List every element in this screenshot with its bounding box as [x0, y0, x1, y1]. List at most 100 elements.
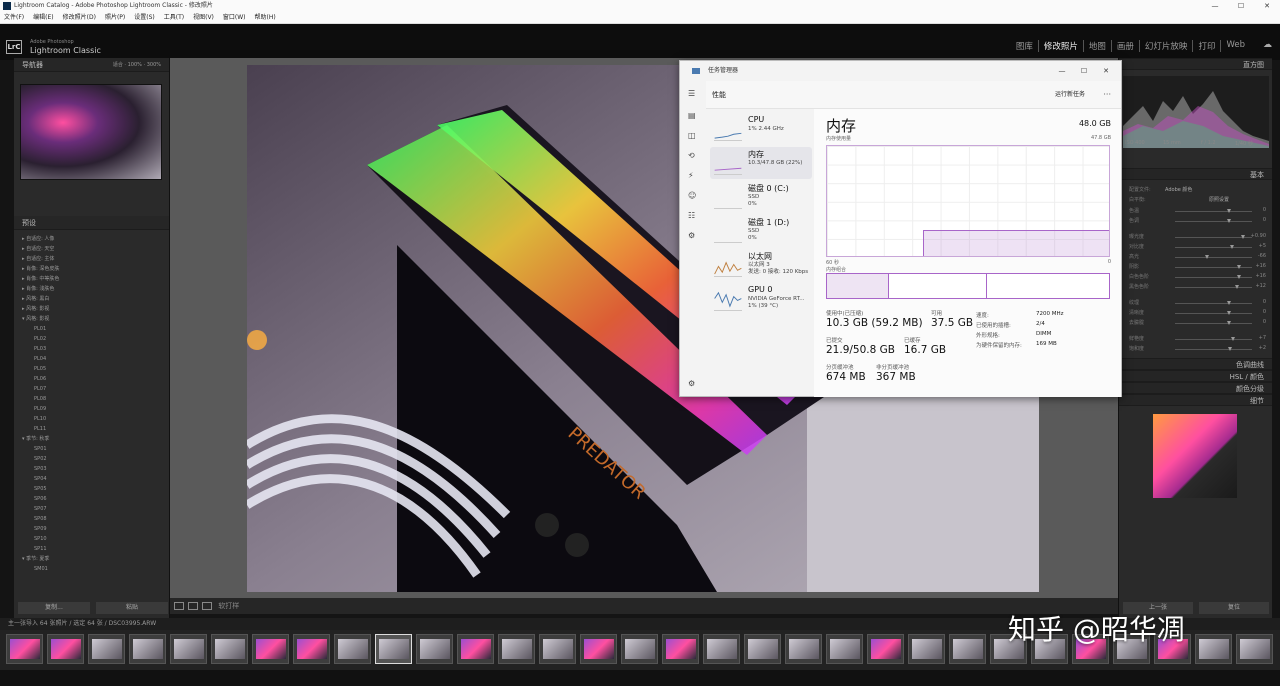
filmstrip-thumb[interactable] — [47, 634, 84, 664]
filmstrip-thumb[interactable] — [785, 634, 822, 664]
filmstrip-thumb[interactable] — [170, 634, 207, 664]
histogram-header[interactable]: 直方图 — [1119, 58, 1272, 70]
filmstrip-thumb[interactable] — [621, 634, 658, 664]
slider-track[interactable] — [1175, 221, 1252, 222]
basic-header[interactable]: 基本 — [1119, 168, 1272, 180]
slider-row[interactable]: 色温 0 — [1125, 206, 1266, 216]
slider-knob[interactable] — [1230, 245, 1234, 249]
preset-item[interactable]: PL02 — [22, 334, 161, 344]
slider-row[interactable]: 纹理 0 — [1125, 298, 1266, 308]
processes-icon[interactable]: ▤ — [688, 111, 696, 120]
loupe-view-icon[interactable] — [174, 602, 184, 610]
copy-button[interactable]: 复制... — [18, 602, 90, 614]
slider-row[interactable]: 鲜艳度 +7 — [1125, 334, 1266, 344]
preset-item[interactable]: SP11 — [22, 544, 161, 554]
slider-knob[interactable] — [1237, 275, 1241, 279]
module-map[interactable]: 地图 — [1084, 40, 1112, 52]
filmstrip-thumb[interactable] — [375, 634, 412, 664]
cloud-icon[interactable]: ☁ — [1263, 40, 1272, 50]
zoom-fit[interactable]: 适合 — [113, 62, 123, 68]
detail-preview[interactable] — [1153, 414, 1237, 498]
menu-help[interactable]: 帮助(H) — [255, 12, 276, 23]
slider-value[interactable]: 0 — [1263, 207, 1266, 213]
compare-view-icon[interactable] — [188, 602, 198, 610]
slider-knob[interactable] — [1235, 285, 1239, 289]
slider-track[interactable] — [1175, 247, 1252, 248]
performance-icon[interactable]: ◫ — [688, 131, 696, 140]
slider-value[interactable]: 0 — [1263, 309, 1266, 315]
menu-photo[interactable]: 照片(P) — [105, 12, 125, 23]
services-icon[interactable]: ⚙ — [688, 231, 695, 240]
resource-disk-0[interactable]: 磁盘 0 (C:) SSD 0% — [710, 181, 812, 213]
slider-value[interactable]: +0.90 — [1251, 233, 1266, 239]
slider-track[interactable] — [1175, 303, 1252, 304]
resource-disk-1[interactable]: 磁盘 1 (D:) SSD 0% — [710, 215, 812, 247]
preset-item[interactable]: SP07 — [22, 504, 161, 514]
filmstrip-info[interactable]: 主一张导入 64 张照片 / 选定 64 张 / DSC03995.ARW — [8, 620, 156, 627]
filmstrip-thumb[interactable] — [662, 634, 699, 664]
menu-view[interactable]: 视图(V) — [193, 12, 214, 23]
preset-item[interactable]: SP04 — [22, 474, 161, 484]
preset-item[interactable]: PL09 — [22, 404, 161, 414]
slider-value[interactable]: 0 — [1263, 319, 1266, 325]
slider-value[interactable]: +16 — [1255, 263, 1266, 269]
module-library[interactable]: 图库 — [1011, 40, 1039, 52]
filmstrip-thumb[interactable] — [6, 634, 43, 664]
preset-item[interactable]: ▸ 自适应: 天空 — [22, 244, 161, 254]
zoom-300[interactable]: 300% — [147, 62, 161, 68]
filmstrip-thumb[interactable] — [293, 634, 330, 664]
settings-icon[interactable]: ⚙ — [688, 379, 695, 388]
zoom-100[interactable]: 100% — [128, 62, 142, 68]
slider-knob[interactable] — [1228, 347, 1232, 351]
slider-value[interactable]: +16 — [1255, 273, 1266, 279]
slider-track[interactable] — [1175, 339, 1252, 340]
preset-item[interactable]: ▾ 季节: 秋季 — [22, 434, 161, 444]
slider-knob[interactable] — [1237, 265, 1241, 269]
resource-gpu-0[interactable]: GPU 0 NVIDIA GeForce RT... 1% (39 °C) — [710, 283, 812, 315]
filmstrip-thumb[interactable] — [539, 634, 576, 664]
filmstrip-thumb[interactable] — [498, 634, 535, 664]
slider-track[interactable] — [1175, 257, 1252, 258]
preset-item[interactable]: ▸ 肖像: 深色皮肤 — [22, 264, 161, 274]
preset-item[interactable]: PL05 — [22, 364, 161, 374]
slider-knob[interactable] — [1227, 321, 1231, 325]
menu-settings[interactable]: 设置(S) — [134, 12, 155, 23]
navigator-preview[interactable] — [20, 84, 162, 180]
filmstrip-thumb[interactable] — [88, 634, 125, 664]
slider-row[interactable]: 高光 -66 — [1125, 252, 1266, 262]
slider-row[interactable]: 黑色色阶 +12 — [1125, 282, 1266, 292]
module-develop[interactable]: 修改照片 — [1039, 40, 1084, 52]
detail-header[interactable]: 细节 — [1119, 394, 1272, 406]
slider-row[interactable]: 曝光度 +0.90 — [1125, 232, 1266, 242]
slider-knob[interactable] — [1227, 219, 1231, 223]
color-grading-header[interactable]: 颜色分级 — [1119, 382, 1272, 394]
slider-knob[interactable] — [1227, 311, 1231, 315]
menu-tools[interactable]: 工具(T) — [164, 12, 184, 23]
preset-item[interactable]: PL08 — [22, 394, 161, 404]
filmstrip-thumb[interactable] — [1236, 634, 1273, 664]
preset-item[interactable]: SP09 — [22, 524, 161, 534]
slider-knob[interactable] — [1205, 255, 1209, 259]
profile-value[interactable]: Adobe 颜色 — [1165, 186, 1192, 193]
preset-item[interactable]: ▸ 风格: 影视 — [22, 304, 161, 314]
slider-row[interactable]: 色调 0 — [1125, 216, 1266, 226]
filmstrip-thumb[interactable] — [580, 634, 617, 664]
preset-item[interactable]: ▾ 季节: 夏季 — [22, 554, 161, 564]
minimize-button[interactable]: — — [1202, 0, 1228, 12]
module-print[interactable]: 打印 — [1193, 40, 1222, 52]
filmstrip-thumb[interactable] — [129, 634, 166, 664]
filmstrip-thumb[interactable] — [252, 634, 289, 664]
filmstrip-thumb[interactable] — [744, 634, 781, 664]
preset-item[interactable]: SP03 — [22, 464, 161, 474]
slider-track[interactable] — [1175, 211, 1252, 212]
history-icon[interactable]: ⟲ — [688, 151, 695, 160]
slider-track[interactable] — [1175, 313, 1252, 314]
preset-item[interactable]: SP05 — [22, 484, 161, 494]
slider-value[interactable]: +12 — [1255, 283, 1266, 289]
navigator-header[interactable]: 导航器 适合 · 100% · 300% — [14, 58, 169, 72]
preset-item[interactable]: SP06 — [22, 494, 161, 504]
slider-row[interactable]: 清晰度 0 — [1125, 308, 1266, 318]
close-button[interactable]: ✕ — [1254, 0, 1280, 12]
presets-header[interactable]: 预设 — [14, 216, 169, 230]
preset-item[interactable]: PL07 — [22, 384, 161, 394]
